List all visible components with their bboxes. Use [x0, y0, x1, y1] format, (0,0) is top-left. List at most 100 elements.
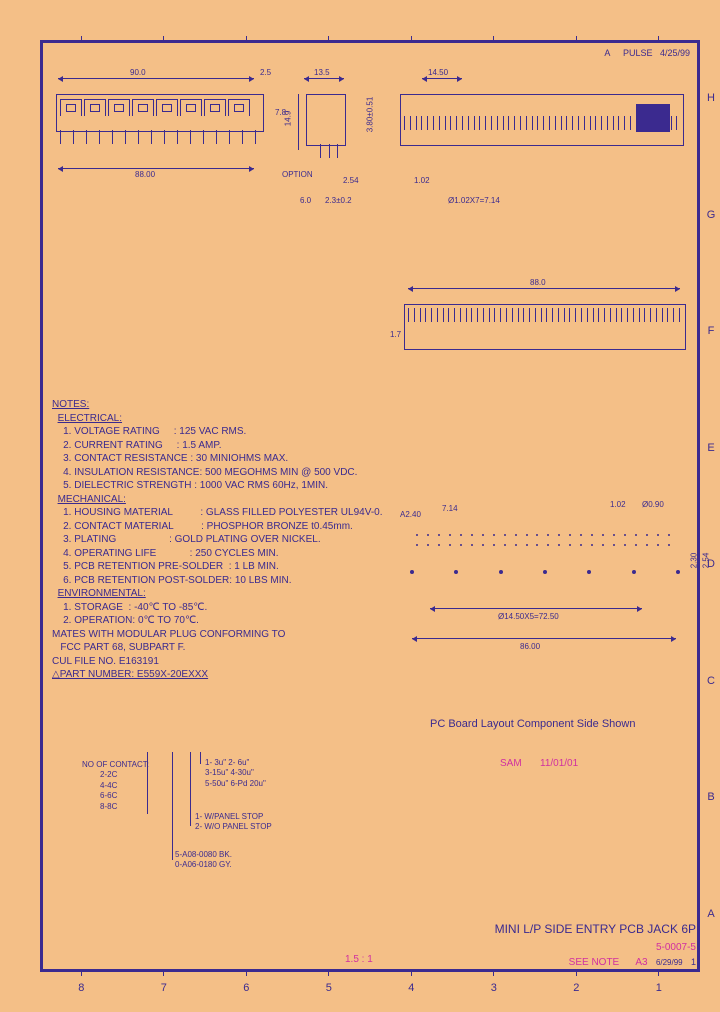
mech-4: 4. OPERATING LIFE : 250 CYCLES MIN.	[63, 548, 278, 559]
dim-fp-hole: A2.40	[400, 510, 421, 519]
elec-title: ELECTRICAL:	[58, 413, 122, 424]
col1: 0-A06-0180 GY.	[175, 860, 232, 870]
notes-title: NOTES:	[52, 399, 89, 410]
doc-no: 5-0007-5	[656, 942, 696, 953]
side-pins	[320, 144, 338, 158]
rev: A	[604, 48, 610, 58]
dim-fp-calc: Ø14.50X5=72.50	[498, 612, 559, 621]
dim-fp-calc-line	[430, 608, 642, 609]
col-6: 6	[243, 982, 249, 994]
contacts-block: NO OF CONTACT: 2-2C 4-4C 6-6C 8-8C	[82, 760, 149, 812]
g0: 1- 3u" 2- 6u"	[205, 758, 266, 768]
col-3: 3	[491, 982, 497, 994]
c3: 8-8C	[82, 802, 149, 812]
side-view-body	[306, 94, 346, 146]
fp-row1	[416, 534, 670, 536]
env-1: 1. STORAGE : -40℃ TO -85℃.	[63, 602, 207, 613]
sig1: SAM	[500, 758, 522, 769]
dim-pcb-d: 1.7	[390, 330, 401, 339]
col-2: 2	[573, 982, 579, 994]
row-a: A	[707, 908, 714, 920]
notes: NOTES: ELECTRICAL: 1. VOLTAGE RATING : 1…	[52, 398, 383, 682]
dim-top-pin: 1.02	[414, 176, 430, 185]
mech-3: 3. PLATING : GOLD PLATING OVER NICKEL.	[63, 534, 320, 545]
col-4: 4	[408, 982, 414, 994]
p0: 1- W/PANEL STOP	[195, 812, 272, 822]
row-g: G	[707, 209, 716, 221]
col-5: 5	[326, 982, 332, 994]
sheet: A3	[635, 957, 647, 968]
color-block: 5-A08-0080 BK. 0-A06-0180 GY.	[175, 850, 232, 871]
callout-l4	[200, 752, 201, 764]
dim-pcb-len: 88.0	[530, 278, 546, 287]
option-label: OPTION	[282, 170, 313, 179]
dim-front-width: 90.0	[130, 68, 146, 77]
dim-front-pitch: 88.00	[135, 170, 155, 179]
dim-top-w: 14.50	[428, 68, 448, 77]
row-c: C	[707, 675, 715, 687]
mates: MATES WITH MODULAR PLUG CONFORMING TO	[52, 629, 285, 640]
mech-title: MECHANICAL:	[58, 494, 126, 505]
ruler-right: H G F E D C B A	[704, 40, 718, 972]
note-ref: SEE NOTE	[569, 957, 620, 968]
callout-l3	[190, 752, 191, 826]
front-ports	[60, 98, 252, 116]
mech-6: 6. PCB RETENTION POST-SOLDER: 10 LBS MIN…	[63, 575, 291, 586]
p1: 2- W/O PANEL STOP	[195, 822, 272, 832]
c2: 6-6C	[82, 791, 149, 801]
pcb-label: PC Board Layout Component Side Shown	[430, 718, 635, 730]
dim-top-calc: Ø1.02X7=7.14	[448, 196, 500, 205]
title-block: MINI L/P SIDE ENTRY PCB JACK 6P 5-0007-5…	[396, 922, 696, 968]
dim-side-body: 2.3±0.2	[325, 196, 352, 205]
elec-2: 2. CURRENT RATING : 1.5 AMP.	[63, 440, 221, 451]
mech-5: 5. PCB RETENTION PRE-SOLDER : 1 LB MIN.	[63, 561, 279, 572]
fp-mounts	[410, 570, 680, 574]
dim-pcb-line	[408, 288, 680, 289]
c0: 2-2C	[82, 770, 149, 780]
c1: 4-4C	[82, 781, 149, 791]
g2: 5-50u" 6-Pd 20u"	[205, 779, 266, 789]
elec-4: 4. INSULATION RESISTANCE: 500 MEGOHMS MI…	[63, 467, 357, 478]
page: A PULSE 4/25/99 90.0 2.5 7.8 88.00 13.5 …	[0, 0, 720, 1012]
row-h: H	[707, 92, 715, 104]
date: 4/25/99	[660, 48, 690, 58]
row-e: E	[707, 442, 714, 454]
col-7: 7	[161, 982, 167, 994]
dim-side-base: 6.0	[300, 196, 311, 205]
dim-fp-col: 7.14	[442, 504, 458, 513]
front-pins	[60, 130, 256, 144]
row-b: B	[707, 791, 714, 803]
dim-side-w: 13.5	[314, 68, 330, 77]
dim-side-w-line	[304, 78, 344, 79]
dim-side-pin: 3.80±0.51	[365, 97, 374, 133]
dim-side-h-line	[298, 94, 299, 150]
mech-1: 1. HOUSING MATERIAL : GLASS FILLED POLYE…	[63, 507, 382, 518]
elec-5: 5. DIELECTRIC STRENGTH : 1000 VAC RMS 60…	[63, 480, 328, 491]
dim-front-width-line	[58, 78, 254, 79]
dim-side-h: 14.9	[283, 111, 292, 127]
header-block: A PULSE 4/25/99	[604, 48, 690, 58]
dim-fp-span-line	[412, 638, 676, 639]
dim-fp-b: 2.30	[689, 553, 698, 569]
dwg-title: MINI L/P SIDE ENTRY PCB JACK 6P	[396, 922, 696, 936]
dim-fp-a: 1.02	[610, 500, 626, 509]
sig2: 11/01/01	[540, 758, 578, 769]
cul: CUL FILE NO. E163191	[52, 656, 159, 667]
fp-row2	[416, 544, 670, 546]
mates2: FCC PART 68, SUBPART F.	[52, 642, 185, 653]
dim-fp-small: Ø0.90	[642, 500, 664, 509]
dim-fp-span: 86.00	[520, 642, 540, 651]
mfr: PULSE	[623, 48, 653, 58]
env-2: 2. OPERATION: 0℃ TO 70℃.	[63, 615, 199, 626]
env-title: ENVIRONMENTAL:	[58, 588, 146, 599]
pcb-pins	[408, 308, 680, 322]
part-title: △PART NUMBER: E559X-20EXXX	[52, 669, 208, 680]
callout-l1	[147, 752, 148, 814]
col-8: 8	[78, 982, 84, 994]
col-1: 1	[656, 982, 662, 994]
panel-block: 1- W/PANEL STOP 2- W/O PANEL STOP	[195, 812, 272, 833]
elec-3: 3. CONTACT RESISTANCE : 30 MINIOHMS MAX.	[63, 453, 288, 464]
mech-2: 2. CONTACT MATERIAL : PHOSPHOR BRONZE t0…	[63, 521, 353, 532]
dim-front-top: 2.5	[260, 68, 271, 77]
tb-date: 6/29/99	[656, 958, 683, 967]
